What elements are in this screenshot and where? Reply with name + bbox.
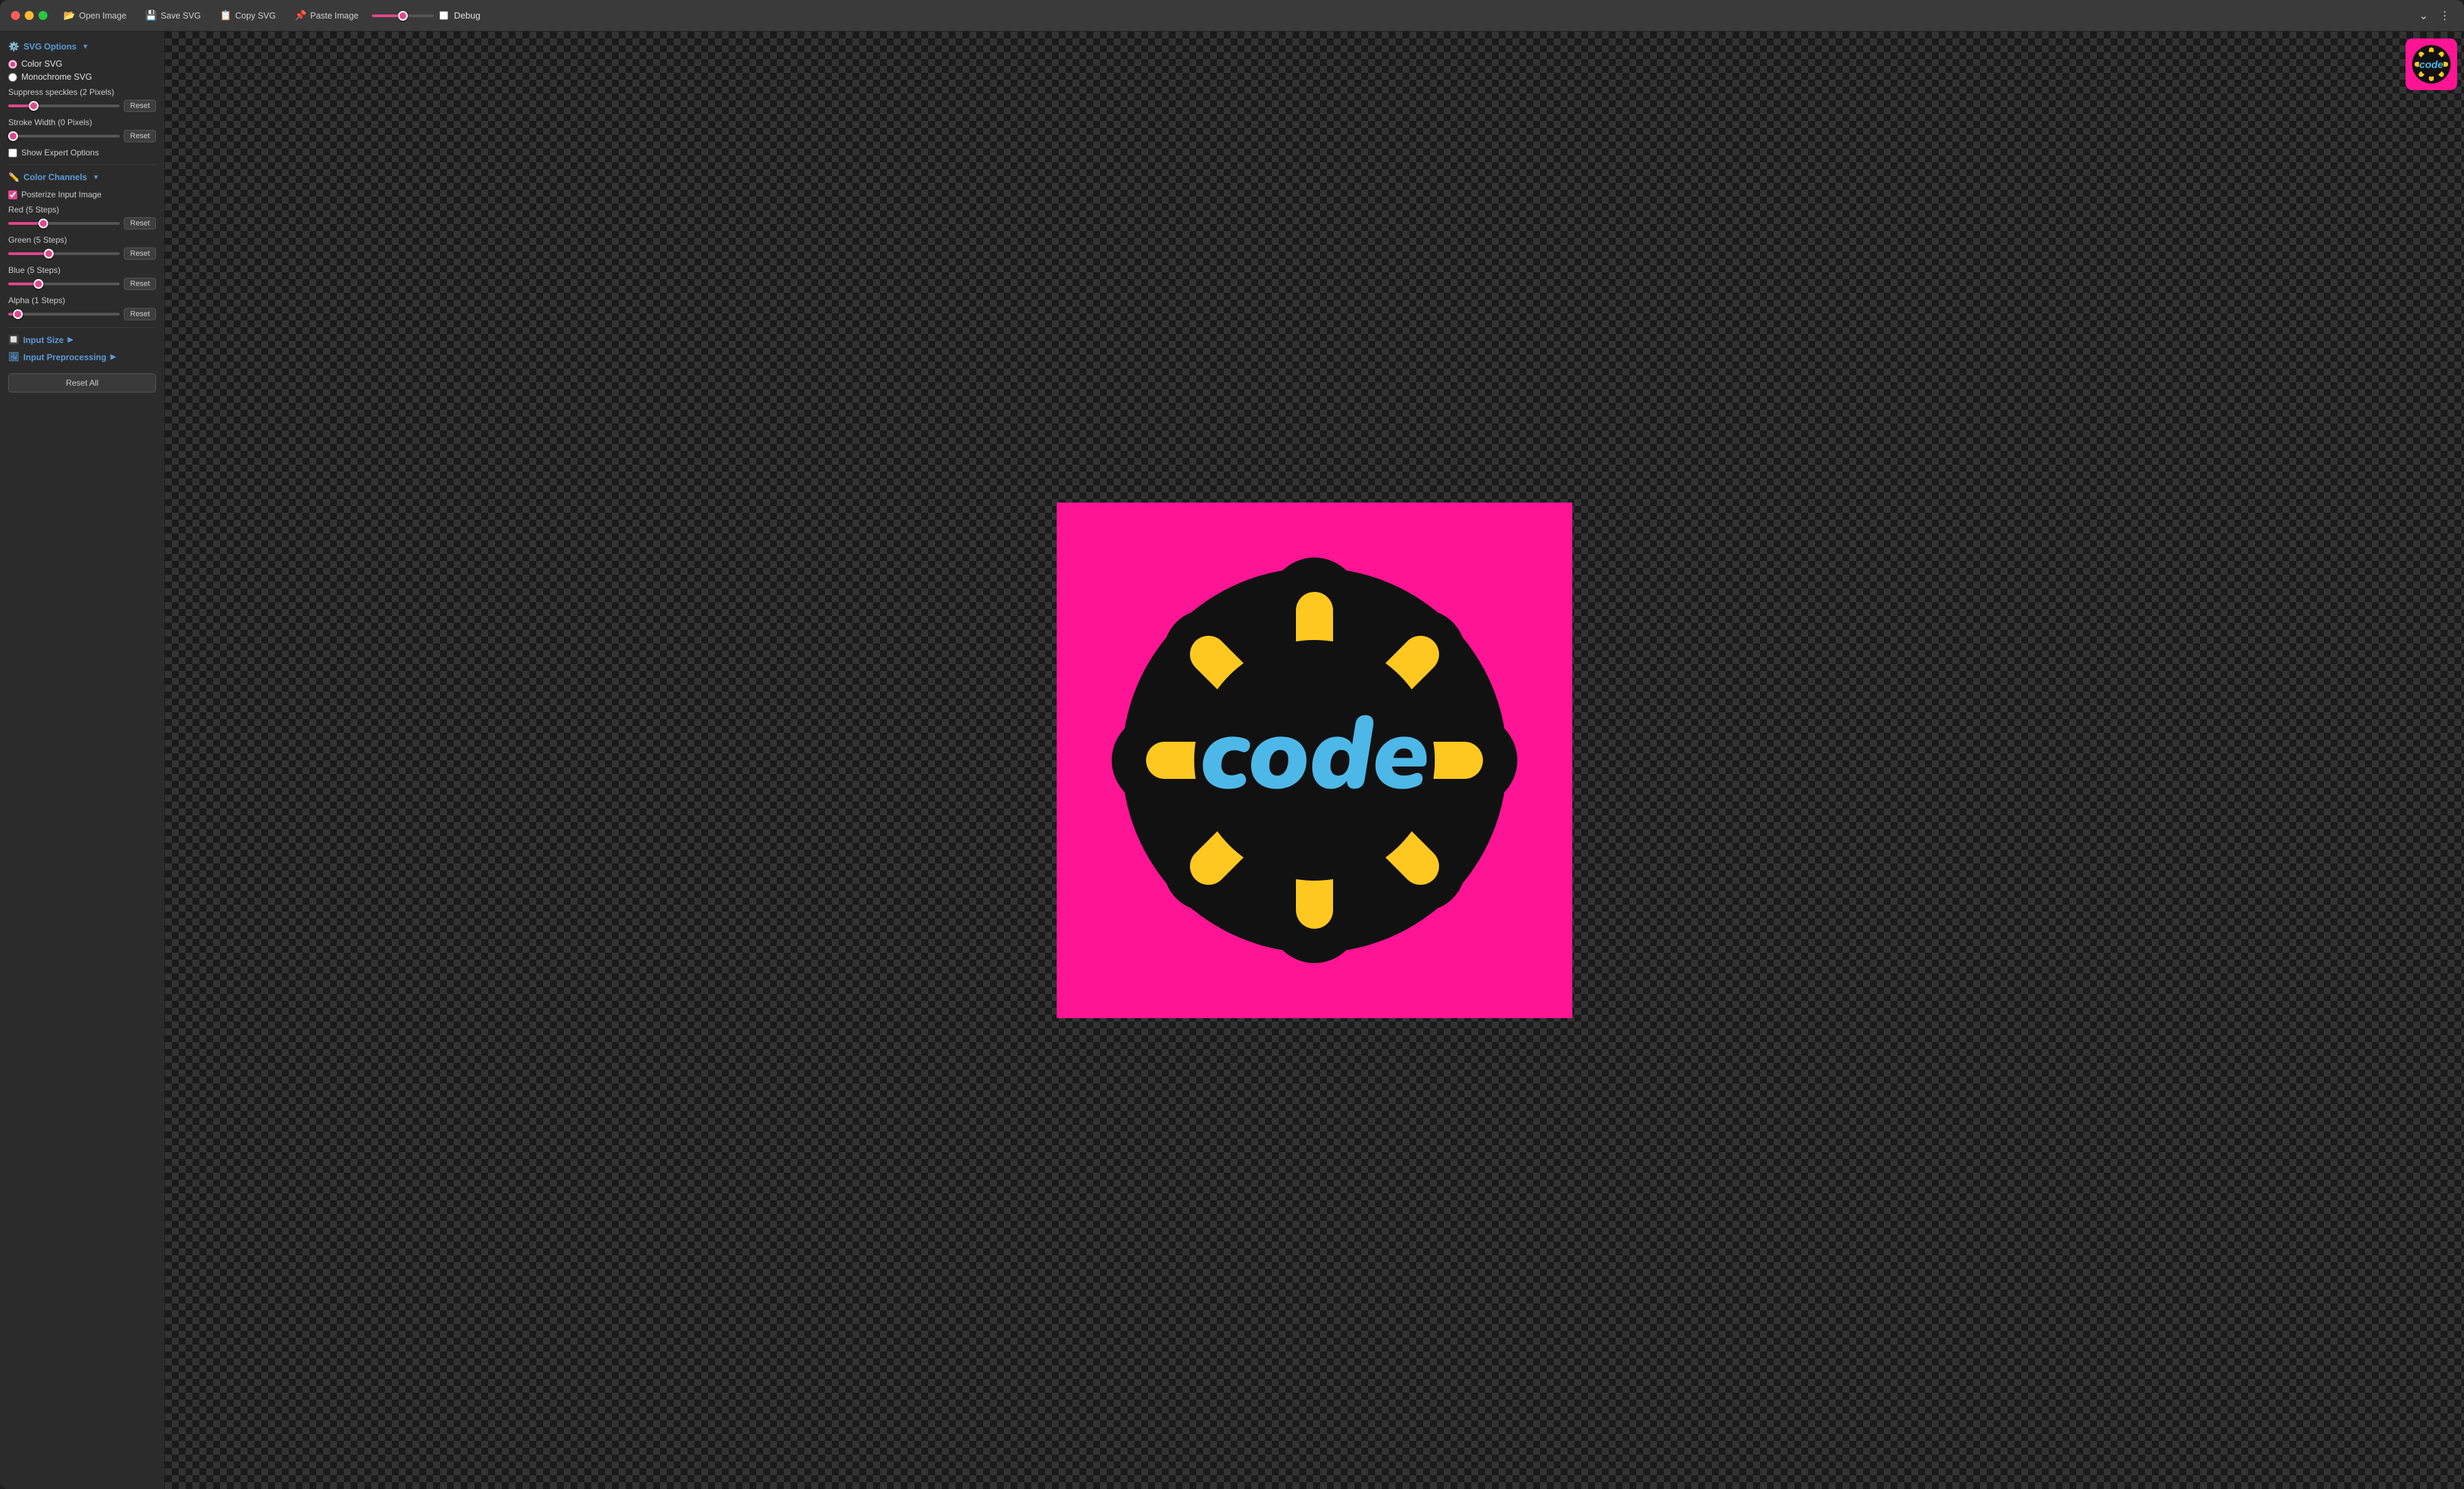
debug-checkbox[interactable]	[439, 11, 448, 20]
main-window: 📂 Open Image 💾 Save SVG 📋 Copy SVG 📌 Pas…	[0, 0, 2464, 1489]
reset-all-button[interactable]: Reset All	[8, 373, 156, 393]
alpha-slider[interactable]	[8, 313, 120, 316]
input-size-chevron: ▶	[68, 336, 74, 344]
suppress-speckles-reset-button[interactable]: Reset	[124, 100, 156, 112]
posterize-row[interactable]: Posterize Input Image	[8, 190, 156, 199]
paste-image-icon: 📌	[295, 10, 306, 21]
canvas-area: code code code code	[165, 32, 2464, 1489]
color-svg-label: Color SVG	[21, 59, 63, 69]
sidebar: ⚙️ SVG Options ▼ Color SVG Monochrome SV…	[0, 32, 165, 1489]
color-channels-header[interactable]: ✏️ Color Channels ▼	[8, 172, 156, 183]
stroke-width-label: Stroke Width (0 Pixels)	[8, 118, 156, 127]
green-label: Green (5 Steps)	[8, 235, 156, 245]
red-slider[interactable]	[8, 222, 120, 225]
input-preprocessing-header[interactable]: 🖼 Input Preprocessing ▶	[8, 352, 156, 362]
svg-options-chevron: ▼	[82, 43, 89, 51]
color-channels-icon: ✏️	[8, 172, 19, 183]
red-row: Reset	[8, 217, 156, 230]
posterize-label: Posterize Input Image	[21, 190, 102, 199]
blue-label: Blue (5 Steps)	[8, 265, 156, 275]
stroke-width-row: Reset	[8, 130, 156, 142]
color-svg-option[interactable]: Color SVG	[8, 59, 156, 69]
svg-type-radio-group: Color SVG Monochrome SVG	[8, 59, 156, 82]
thumbnail: code	[2406, 38, 2457, 90]
collapse-button[interactable]: ⌄	[2417, 6, 2431, 25]
open-image-icon: 📂	[64, 10, 75, 21]
main-content: ⚙️ SVG Options ▼ Color SVG Monochrome SV…	[0, 32, 2464, 1489]
maximize-button[interactable]	[38, 11, 47, 20]
blue-reset-button[interactable]: Reset	[124, 278, 156, 290]
copy-svg-button[interactable]: 📋 Copy SVG	[214, 8, 281, 24]
color-svg-radio[interactable]	[8, 60, 17, 69]
debug-label: Debug	[454, 10, 480, 21]
color-channels-chevron: ▼	[93, 174, 100, 181]
paste-image-label: Paste Image	[310, 11, 358, 21]
minimize-button[interactable]	[25, 11, 34, 20]
close-button[interactable]	[11, 11, 20, 20]
debug-slider[interactable]	[372, 14, 434, 17]
show-expert-options-checkbox[interactable]	[8, 148, 17, 157]
svg-options-icon: ⚙️	[8, 41, 19, 52]
titlebar: 📂 Open Image 💾 Save SVG 📋 Copy SVG 📌 Pas…	[0, 0, 2464, 32]
red-reset-button[interactable]: Reset	[124, 217, 156, 230]
blue-row: Reset	[8, 278, 156, 290]
input-size-icon: 🔲	[8, 335, 19, 345]
save-svg-button[interactable]: 💾 Save SVG	[140, 8, 206, 24]
input-preprocessing-label: Input Preprocessing	[23, 353, 107, 362]
save-svg-icon: 💾	[146, 10, 157, 21]
open-image-button[interactable]: 📂 Open Image	[58, 8, 132, 24]
canvas-image: code code code	[1057, 503, 1572, 1018]
svg-options-label: SVG Options	[23, 42, 76, 52]
traffic-lights	[11, 11, 47, 20]
blue-slider[interactable]	[8, 283, 120, 285]
posterize-checkbox[interactable]	[8, 190, 17, 199]
stroke-width-slider[interactable]	[8, 135, 120, 137]
green-reset-button[interactable]: Reset	[124, 247, 156, 260]
copy-svg-icon: 📋	[220, 10, 231, 21]
suppress-speckles-slider[interactable]	[8, 104, 120, 107]
color-channels-label: Color Channels	[23, 173, 87, 182]
menu-button[interactable]: ⋮	[2436, 6, 2453, 25]
monochrome-svg-radio[interactable]	[8, 73, 17, 82]
show-expert-options-row[interactable]: Show Expert Options	[8, 148, 156, 157]
red-label: Red (5 Steps)	[8, 205, 156, 214]
suppress-speckles-label: Suppress speckles (2 Pixels)	[8, 87, 156, 97]
svg-text:code: code	[2419, 59, 2443, 71]
svg-text:code: code	[1200, 685, 1429, 824]
debug-area: Debug	[372, 10, 480, 21]
paste-image-button[interactable]: 📌 Paste Image	[289, 8, 364, 24]
titlebar-controls: ⌄ ⋮	[2417, 6, 2453, 25]
stroke-width-reset-button[interactable]: Reset	[124, 130, 156, 142]
copy-svg-label: Copy SVG	[235, 11, 276, 21]
input-size-header[interactable]: 🔲 Input Size ▶	[8, 335, 156, 345]
open-image-label: Open Image	[79, 11, 126, 21]
monochrome-svg-option[interactable]: Monochrome SVG	[8, 72, 156, 82]
save-svg-label: Save SVG	[161, 11, 201, 21]
divider-2	[8, 327, 156, 328]
svg-options-header[interactable]: ⚙️ SVG Options ▼	[8, 41, 156, 52]
alpha-label: Alpha (1 Steps)	[8, 296, 156, 305]
input-size-label: Input Size	[23, 335, 64, 345]
divider-1	[8, 164, 156, 165]
input-preprocessing-icon: 🖼	[8, 352, 19, 362]
monochrome-svg-label: Monochrome SVG	[21, 72, 92, 82]
show-expert-options-label: Show Expert Options	[21, 148, 99, 157]
green-row: Reset	[8, 247, 156, 260]
suppress-speckles-row: Reset	[8, 100, 156, 112]
alpha-row: Reset	[8, 308, 156, 320]
green-slider[interactable]	[8, 252, 120, 255]
input-preprocessing-chevron: ▶	[111, 353, 116, 361]
alpha-reset-button[interactable]: Reset	[124, 308, 156, 320]
